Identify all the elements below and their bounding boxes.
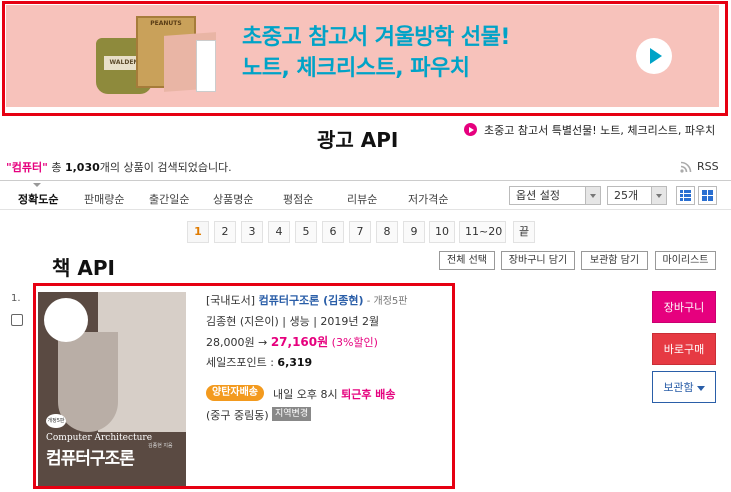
delivery-time: 내일 오후 8시 bbox=[273, 388, 342, 401]
book-api-annotation: 책 API bbox=[52, 256, 115, 280]
cover-edition-mark: 개정5판 bbox=[46, 414, 66, 428]
sales-point-value: 6,319 bbox=[277, 356, 313, 369]
next-range-button[interactable]: 11~20 bbox=[459, 221, 506, 243]
per-page-value: 25개 bbox=[614, 189, 639, 202]
sales-point: 세일즈포인트 : 6,319 bbox=[206, 354, 312, 370]
rss-link[interactable]: RSS bbox=[697, 160, 719, 173]
sort-indicator-icon bbox=[33, 183, 41, 187]
sort-low-price[interactable]: 저가격순 bbox=[408, 191, 448, 207]
page-9[interactable]: 9 bbox=[403, 221, 425, 243]
grid-view-icon bbox=[702, 190, 713, 201]
ad-text-link[interactable]: 초중고 참고서 특별선물! 노트, 체크리스트, 파우치 bbox=[484, 122, 715, 138]
sort-review[interactable]: 리뷰순 bbox=[347, 191, 377, 207]
keep-button[interactable]: 보관함 bbox=[652, 371, 716, 403]
item-checkbox[interactable] bbox=[11, 314, 23, 326]
option-setting-select[interactable]: 옵션 설정 bbox=[509, 186, 601, 205]
buy-now-button[interactable]: 바로구매 bbox=[652, 333, 716, 365]
sales-point-label: 세일즈포인트 : bbox=[206, 356, 278, 369]
discount-rate: (3%할인) bbox=[328, 336, 378, 349]
my-list-button[interactable]: 마이리스트 bbox=[655, 251, 716, 270]
page-4[interactable]: 4 bbox=[268, 221, 290, 243]
book-edition: - 개정5판 bbox=[363, 296, 408, 307]
ad-headline-line1: 초중고 참고서 겨울방학 선물! bbox=[242, 25, 510, 50]
keep-label: 보관함 bbox=[663, 381, 694, 394]
book-title-link[interactable]: 컴퓨터구조론 (김종현) bbox=[259, 294, 364, 307]
change-region-button[interactable]: 지역변경 bbox=[272, 407, 312, 421]
chevron-down-icon bbox=[651, 187, 666, 204]
sort-rating[interactable]: 평점순 bbox=[283, 191, 313, 207]
sort-name[interactable]: 상품명순 bbox=[213, 191, 253, 207]
delivery-badge: 양탄자배송 bbox=[206, 385, 264, 401]
ad-headline[interactable]: 초중고 참고서 겨울방학 선물! 노트, 체크리스트, 파우치 bbox=[242, 22, 510, 84]
delivery-type: 퇴근후 배송 bbox=[341, 388, 396, 401]
cover-title-ko: 컴퓨터구조론 bbox=[46, 449, 135, 469]
play-icon[interactable] bbox=[636, 38, 672, 74]
grid-view-button[interactable] bbox=[698, 186, 717, 205]
book-price: 28,000원 → 27,160원 (3%할인) bbox=[206, 333, 378, 350]
ad-calendar-stand bbox=[196, 40, 216, 92]
sort-date[interactable]: 출간일순 bbox=[149, 191, 189, 207]
cover-author: 김종현 지음 bbox=[148, 443, 173, 449]
option-setting-value: 옵션 설정 bbox=[516, 189, 560, 202]
book-cover[interactable]: 개정5판 Computer Architecture 컴퓨터구조론 김종현 지음 bbox=[38, 292, 186, 486]
page-8[interactable]: 8 bbox=[376, 221, 398, 243]
page-3[interactable]: 3 bbox=[241, 221, 263, 243]
ad-headline-line2: 노트, 체크리스트, 파우치 bbox=[242, 56, 470, 81]
page-2[interactable]: 2 bbox=[214, 221, 236, 243]
add-to-cart-button[interactable]: 장바구니 담기 bbox=[501, 251, 575, 270]
last-page-button[interactable]: 끝 bbox=[513, 221, 536, 243]
cover-badge bbox=[44, 298, 88, 342]
page-10[interactable]: 10 bbox=[429, 221, 455, 243]
book-meta: 김종현 (지은이) | 생능 | 2019년 2월 bbox=[206, 315, 380, 328]
sort-accuracy[interactable]: 정확도순 bbox=[18, 191, 58, 207]
item-number: 1. bbox=[11, 293, 21, 304]
delivery-info: 내일 오후 8시 퇴근후 배송 bbox=[273, 386, 396, 402]
book-title-line: [국내도서] 컴퓨터구조론 (김종현) - 개정5판 bbox=[206, 292, 407, 308]
rss-icon bbox=[680, 161, 692, 173]
sort-sales[interactable]: 판매량순 bbox=[84, 191, 124, 207]
summary-prefix: 총 bbox=[47, 161, 65, 174]
search-summary: "컴퓨터" 총 1,030개의 상품이 검색되었습니다. bbox=[6, 159, 232, 175]
cover-title-en: Computer Architecture bbox=[46, 433, 153, 443]
page-6[interactable]: 6 bbox=[322, 221, 344, 243]
sale-price: 27,160원 bbox=[270, 335, 329, 349]
page-7[interactable]: 7 bbox=[349, 221, 371, 243]
page-1[interactable]: 1 bbox=[187, 221, 209, 243]
ad-api-annotation: 광고 API bbox=[317, 128, 399, 152]
per-page-select[interactable]: 25개 bbox=[607, 186, 667, 205]
chevron-down-icon bbox=[585, 187, 600, 204]
book-category: [국내도서] bbox=[206, 294, 256, 307]
chevron-down-icon bbox=[696, 385, 705, 391]
list-view-icon bbox=[680, 190, 691, 201]
cover-arch-shape-2 bbox=[58, 332, 118, 432]
page-5[interactable]: 5 bbox=[295, 221, 317, 243]
result-count: 1,030 bbox=[64, 161, 100, 174]
play-circle-icon bbox=[464, 123, 477, 136]
cart-button[interactable]: 장바구니 bbox=[652, 291, 716, 323]
list-view-button[interactable] bbox=[676, 186, 695, 205]
delivery-region: (중구 중림동) bbox=[206, 409, 269, 422]
summary-suffix: 개의 상품이 검색되었습니다. bbox=[99, 161, 232, 174]
add-to-keep-button[interactable]: 보관함 담기 bbox=[581, 251, 648, 270]
select-all-button[interactable]: 전체 선택 bbox=[439, 251, 495, 270]
list-price: 28,000원 → bbox=[206, 336, 271, 349]
ad-box-label: PEANUTS bbox=[150, 20, 182, 27]
search-keyword: "컴퓨터" bbox=[6, 161, 48, 174]
